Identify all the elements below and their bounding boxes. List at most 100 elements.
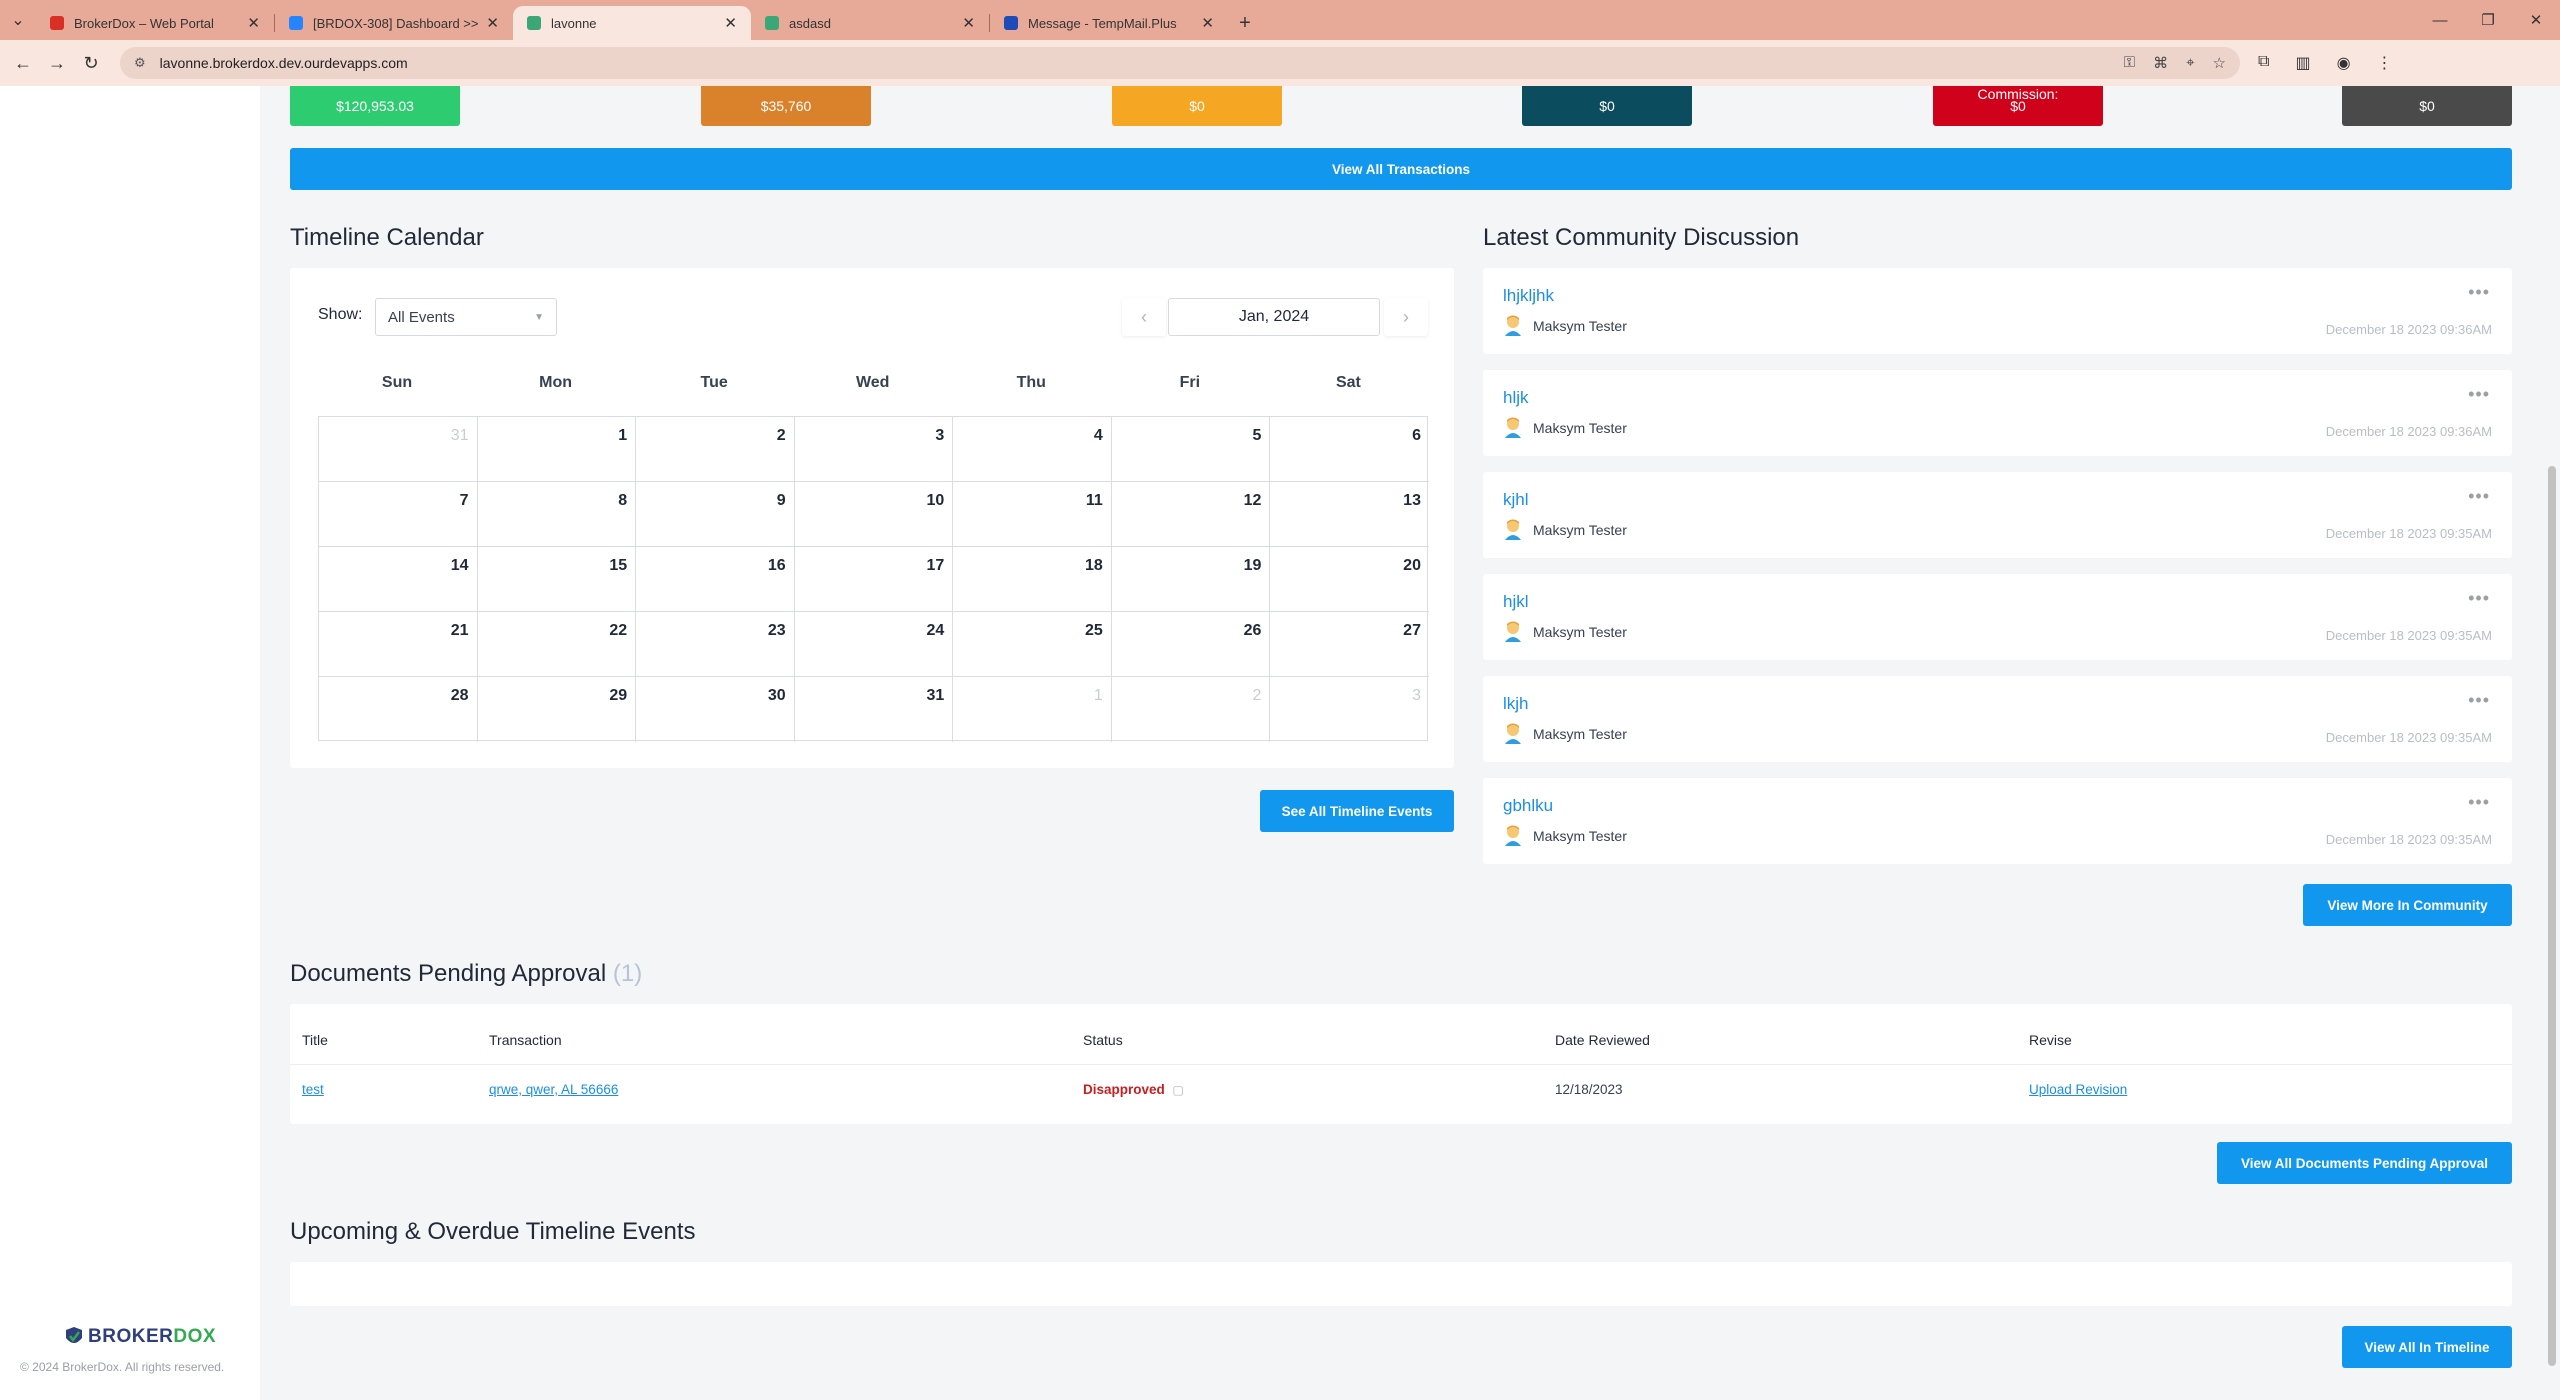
discussion-title-link[interactable]: hjkl <box>1503 592 1529 612</box>
browser-tab[interactable]: asdasd ✕ <box>751 6 989 40</box>
calendar-day-cell[interactable]: 29 <box>478 677 637 742</box>
restore-icon[interactable]: ❐ <box>2464 0 2512 40</box>
calendar-day-cell[interactable]: 5 <box>1111 417 1271 482</box>
transaction-link[interactable]: qrwe, qwer, AL 56666 <box>489 1082 618 1097</box>
discussion-title-link[interactable]: gbhlku <box>1503 796 1553 816</box>
discussion-title-link[interactable]: lkjh <box>1503 694 1529 714</box>
calendar-day-cell[interactable]: 19 <box>1111 547 1271 612</box>
calendar-day-cell[interactable]: 6 <box>1270 417 1429 482</box>
browser-tab[interactable]: lavonne ✕ <box>513 6 751 40</box>
new-tab-button[interactable]: + <box>1228 6 1262 40</box>
tab-close-icon[interactable]: ✕ <box>247 14 260 32</box>
browser-tab[interactable]: Message - TempMail.Plus ✕ <box>990 6 1228 40</box>
browser-tab[interactable]: BrokerDox – Web Portal ✕ <box>36 6 274 40</box>
scrollbar-thumb[interactable] <box>2548 466 2556 1366</box>
view-all-transactions-button[interactable]: View All Transactions <box>290 148 2512 190</box>
view-more-community-button[interactable]: View More In Community <box>2303 884 2512 926</box>
calendar-day-cell[interactable]: 18 <box>953 547 1112 612</box>
forward-icon[interactable]: → <box>40 46 74 80</box>
upload-revision-link[interactable]: Upload Revision <box>2029 1082 2127 1097</box>
comment-icon[interactable]: ▢ <box>1173 1083 1184 1097</box>
next-month-button[interactable]: › <box>1384 298 1428 336</box>
calendar-day-cell[interactable]: 24 <box>794 612 954 677</box>
stat-card[interactable]: $0 <box>2342 86 2512 126</box>
reload-icon[interactable]: ↻ <box>74 46 108 80</box>
calendar-day-cell[interactable]: 15 <box>477 547 637 612</box>
calendar-day-cell[interactable]: 31 <box>319 417 478 482</box>
calendar-day-cell[interactable]: 26 <box>1111 612 1271 677</box>
discussion-title-link[interactable]: lhjkljhk <box>1503 286 1554 306</box>
calendar-day-cell[interactable]: 3 <box>1270 677 1429 742</box>
discussion-item[interactable]: gbhlku Maksym Tester December 18 2023 09:3… <box>1483 778 2512 864</box>
tab-search-chevron-icon[interactable]: ⌄ <box>0 0 36 40</box>
see-all-timeline-events-button[interactable]: See All Timeline Events <box>1260 790 1454 832</box>
tab-close-icon[interactable]: ✕ <box>1201 14 1214 32</box>
discussion-item[interactable]: hljk Maksym Tester December 18 2023 09:36A… <box>1483 370 2512 456</box>
calendar-day-cell[interactable]: 28 <box>319 677 478 742</box>
back-icon[interactable]: ← <box>6 46 40 80</box>
calendar-day-cell[interactable]: 22 <box>477 612 637 677</box>
calendar-day-cell[interactable]: 12 <box>1111 482 1271 547</box>
calendar-day-cell[interactable]: 2 <box>1112 677 1271 742</box>
calendar-day-cell[interactable]: 16 <box>636 547 795 612</box>
site-info-icon[interactable]: ⚙ <box>134 55 146 71</box>
page-scrollbar[interactable] <box>2544 86 2560 1400</box>
view-all-documents-pending-button[interactable]: View All Documents Pending Approval <box>2217 1142 2512 1184</box>
more-options-icon[interactable]: ••• <box>2468 486 2490 507</box>
tab-close-icon[interactable]: ✕ <box>962 14 975 32</box>
calendar-day-cell[interactable]: 27 <box>1270 612 1429 677</box>
discussion-item[interactable]: hjkl Maksym Tester December 18 2023 09:35A… <box>1483 574 2512 660</box>
close-window-icon[interactable]: ✕ <box>2512 0 2560 40</box>
more-options-icon[interactable]: ••• <box>2468 588 2490 609</box>
url-input[interactable]: ⚙ lavonne.brokerdox.dev.ourdevapps.com ⚿… <box>120 47 2240 79</box>
more-options-icon[interactable]: ••• <box>2468 384 2490 405</box>
discussion-title-link[interactable]: kjhl <box>1503 490 1529 510</box>
prev-month-button[interactable]: ‹ <box>1122 298 1166 336</box>
key-icon[interactable]: ⚿ <box>2124 54 2135 72</box>
tab-close-icon[interactable]: ✕ <box>486 14 499 32</box>
calendar-day-cell[interactable]: 30 <box>636 677 795 742</box>
calendar-day-cell[interactable]: 11 <box>953 482 1112 547</box>
calendar-day-cell[interactable]: 25 <box>953 612 1112 677</box>
minimize-icon[interactable]: — <box>2416 0 2464 40</box>
discussion-item[interactable]: lhjkljhk Maksym Tester December 18 2023 09… <box>1483 268 2512 354</box>
calendar-day-cell[interactable]: 4 <box>953 417 1112 482</box>
more-options-icon[interactable]: ••• <box>2468 282 2490 303</box>
menu-kebab-icon[interactable]: ⋮ <box>2377 53 2393 73</box>
stat-card[interactable]: $35,760 <box>701 86 871 126</box>
calendar-day-cell[interactable]: 14 <box>319 547 478 612</box>
calendar-day-cell[interactable]: 21 <box>319 612 478 677</box>
calendar-day-cell[interactable]: 13 <box>1270 482 1429 547</box>
discussion-item[interactable]: kjhl Maksym Tester December 18 2023 09:35A… <box>1483 472 2512 558</box>
stat-card[interactable]: $120,953.03 <box>290 86 460 126</box>
profile-icon[interactable]: ◉ <box>2337 53 2351 73</box>
calendar-day-cell[interactable]: 3 <box>794 417 954 482</box>
calendar-day-cell[interactable]: 2 <box>636 417 795 482</box>
calendar-day-cell[interactable]: 8 <box>477 482 637 547</box>
more-options-icon[interactable]: ••• <box>2468 792 2490 813</box>
translate-icon[interactable]: ⌘ <box>2153 54 2168 72</box>
calendar-day-cell[interactable]: 1 <box>953 677 1112 742</box>
calendar-day-cell[interactable]: 10 <box>794 482 954 547</box>
location-icon[interactable]: ⌖ <box>2186 54 2194 72</box>
calendar-day-cell[interactable]: 20 <box>1270 547 1429 612</box>
extensions-icon[interactable]: ⧉ <box>2258 53 2269 73</box>
calendar-day-cell[interactable]: 1 <box>477 417 637 482</box>
calendar-day-cell[interactable]: 7 <box>319 482 478 547</box>
document-title-link[interactable]: test <box>302 1082 324 1097</box>
stat-card[interactable]: Commission: $0 <box>1933 86 2103 126</box>
discussion-title-link[interactable]: hljk <box>1503 388 1529 408</box>
bookmark-star-icon[interactable]: ☆ <box>2213 54 2226 72</box>
side-panel-icon[interactable]: ▥ <box>2295 53 2310 73</box>
tab-close-icon[interactable]: ✕ <box>724 14 737 32</box>
discussion-item[interactable]: lkjh Maksym Tester December 18 2023 09:35A… <box>1483 676 2512 762</box>
calendar-day-cell[interactable]: 17 <box>794 547 954 612</box>
month-picker-input[interactable]: Jan, 2024 <box>1168 298 1380 336</box>
stat-card[interactable]: $0 <box>1112 86 1282 126</box>
browser-tab[interactable]: [BRDOX-308] Dashboard >>> ✕ <box>275 6 513 40</box>
view-all-in-timeline-button[interactable]: View All In Timeline <box>2342 1326 2512 1368</box>
stat-card[interactable]: $0 <box>1522 86 1692 126</box>
more-options-icon[interactable]: ••• <box>2468 690 2490 711</box>
calendar-day-cell[interactable]: 23 <box>636 612 795 677</box>
calendar-day-cell[interactable]: 9 <box>636 482 795 547</box>
